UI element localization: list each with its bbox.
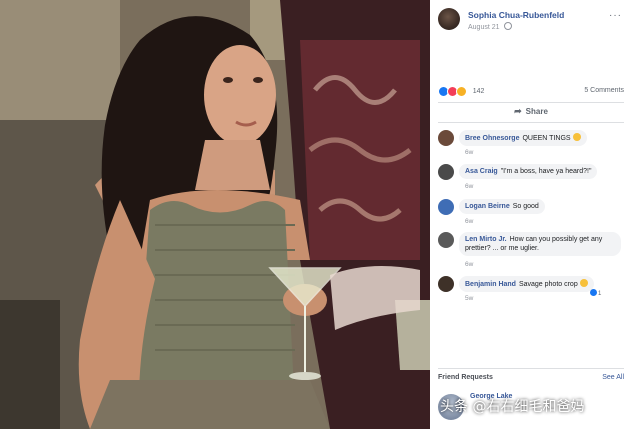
- commenter-avatar[interactable]: [438, 130, 454, 146]
- divider: [438, 368, 624, 369]
- comment-bubble: Len Mirto Jr. How can you possibly get an…: [459, 232, 621, 256]
- comment-text: So good: [512, 203, 539, 210]
- reactions-bar: 142 5 Comments: [438, 86, 624, 98]
- post-side-panel: Sophia Chua-Rubenfeld August 21 ··· 142 …: [430, 0, 632, 429]
- friend-requests-title: Friend Requests: [438, 374, 493, 381]
- comment-bubble: Asa Craig "I'm a boss, have ya heard?!": [459, 164, 598, 179]
- see-all-link[interactable]: See All: [602, 374, 624, 381]
- post-date[interactable]: August 21: [468, 24, 500, 31]
- share-icon: ➦: [514, 106, 522, 116]
- crown-emoji-icon: [572, 133, 581, 141]
- commenter-avatar[interactable]: [438, 199, 454, 215]
- comment-bubble: Logan Beirne So good: [459, 199, 545, 214]
- author-name[interactable]: Sophia Chua-Rubenfeld: [468, 10, 564, 20]
- comment-bubble: Bree Ohnesorge QUEEN TINGS: [459, 130, 587, 146]
- comment-reactions[interactable]: 1: [590, 289, 601, 297]
- globe-icon: [504, 22, 513, 30]
- post-date-row: August 21: [468, 22, 513, 31]
- commenter-name[interactable]: Benjamin Hand: [465, 281, 516, 288]
- comment-time[interactable]: 5w: [465, 295, 473, 302]
- divider: [438, 122, 624, 123]
- comment-time[interactable]: 6w: [465, 218, 473, 225]
- share-label: Share: [525, 107, 548, 116]
- post-header: Sophia Chua-Rubenfeld August 21 ···: [438, 8, 624, 34]
- more-options-icon[interactable]: ···: [609, 10, 622, 21]
- comment-time[interactable]: 6w: [465, 261, 473, 268]
- divider: [438, 102, 624, 103]
- like-reaction-icon: [590, 289, 597, 296]
- commenter-name[interactable]: Asa Craig: [465, 168, 498, 175]
- share-button[interactable]: ➦ Share: [430, 106, 632, 117]
- commenter-name[interactable]: Logan Beirne: [465, 203, 510, 210]
- photo-scene: [0, 0, 430, 429]
- commenter-name[interactable]: Bree Ohnesorge: [465, 135, 519, 142]
- haha-reaction-icon: [456, 86, 468, 97]
- commenter-name[interactable]: Len Mirto Jr.: [465, 236, 507, 243]
- comment-bubble: Benjamin Hand Savage photo crop: [459, 276, 594, 292]
- comment-text: QUEEN TINGS: [522, 135, 571, 142]
- emoji-icon: [579, 279, 588, 287]
- author-avatar[interactable]: [438, 8, 460, 30]
- comment-text: Savage photo crop: [518, 281, 578, 288]
- commenter-avatar[interactable]: [438, 232, 454, 248]
- watermark: 头条 @右右细毛和爸妈: [440, 399, 585, 415]
- commenter-avatar[interactable]: [438, 164, 454, 180]
- comment-reaction-count: 1: [598, 291, 602, 297]
- comment-time[interactable]: 6w: [465, 149, 473, 156]
- comments-count[interactable]: 5 Comments: [584, 87, 624, 94]
- post-photo[interactable]: [0, 0, 430, 429]
- reaction-count[interactable]: 142: [473, 88, 485, 95]
- friend-requests-header: Friend Requests See All: [438, 374, 624, 381]
- comment-text: "I'm a boss, have ya heard?!": [500, 168, 592, 175]
- comment-time[interactable]: 6w: [465, 183, 473, 190]
- commenter-avatar[interactable]: [438, 276, 454, 292]
